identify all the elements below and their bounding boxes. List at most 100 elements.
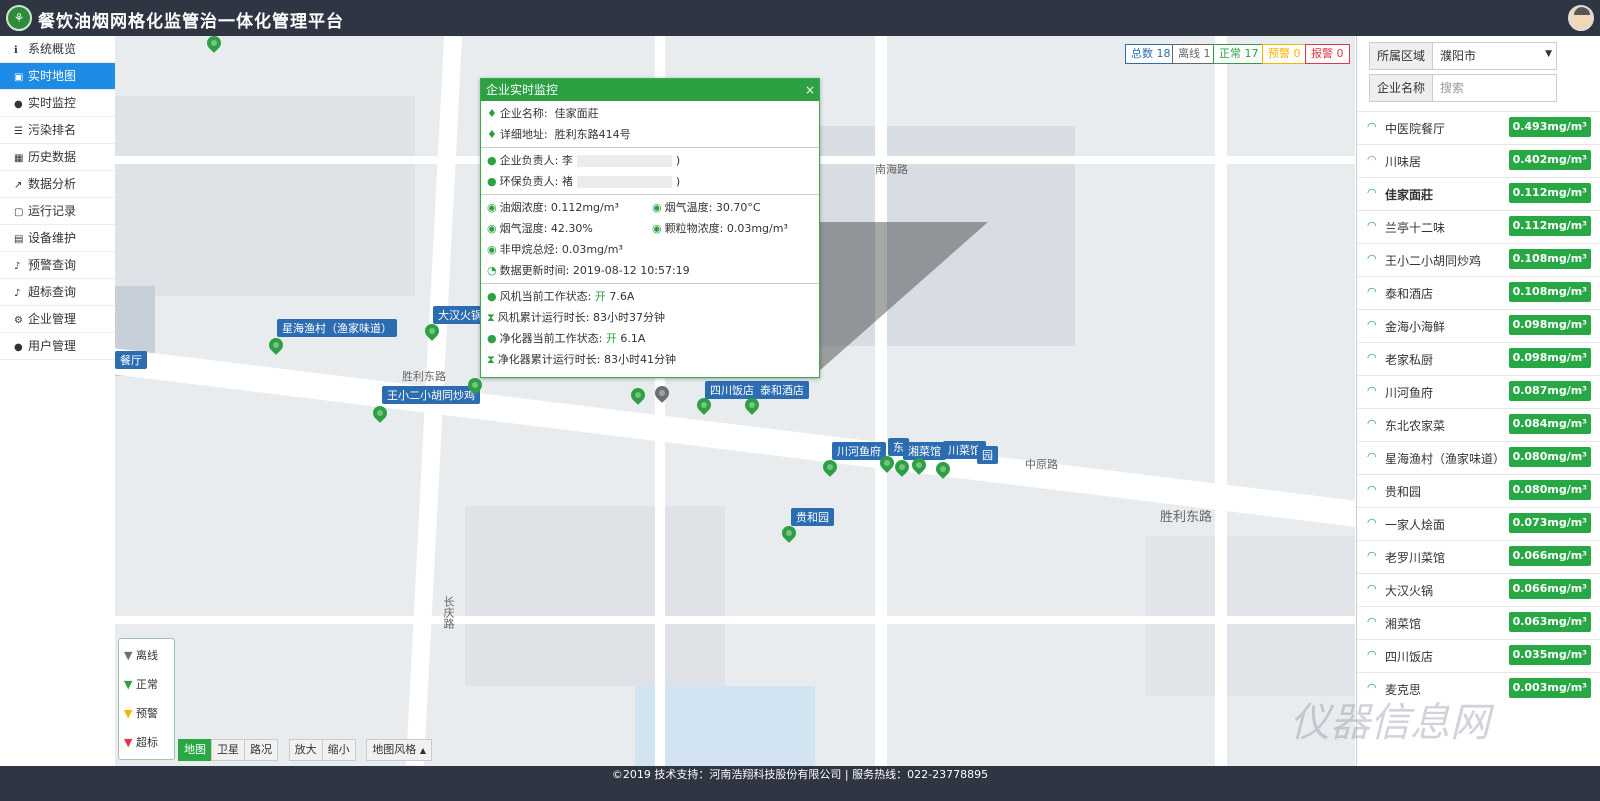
normal-marker-icon[interactable] [204,36,224,56]
sidebar-item-maintenance[interactable]: ▤ 设备维护 [0,225,115,252]
list-item[interactable]: ◠ 中医院餐厅 0.493mg/m³ [1357,111,1600,144]
sidebar-item-company-mgmt[interactable]: ⚙ 企业管理 [0,306,115,333]
sidebar-item-exceed-query[interactable]: ♪ 超标查询 [0,279,115,306]
list-item[interactable]: ◠ 王小二小胡同炒鸡 0.108mg/m³ [1357,243,1600,276]
map-marker-icon: ♦ [487,107,497,120]
normal-marker-icon[interactable] [266,335,286,358]
sidebar-item-pollution-rank[interactable]: ☰ 污染排名 [0,117,115,144]
zoom-in-button[interactable]: 放大 [288,739,323,761]
wifi-icon: ◠ [1367,648,1377,661]
fan-run-value: 83小时37分钟 [592,311,665,324]
purifier-run-value: 83小时41分钟 [603,353,676,366]
temp-value: 30.70°C [715,201,761,214]
list-item[interactable]: ◠ 佳家面莊 0.112mg/m³ [1357,177,1600,210]
normal-marker-icon[interactable] [694,395,714,418]
purifier-run-label: 净化器累计运行时长: [497,353,601,366]
list-item[interactable]: ◠ 星海渔村（渔家味道） 0.080mg/m³ [1357,441,1600,474]
search-input[interactable]: 搜索 [1440,75,1464,101]
normal-marker-icon[interactable] [892,457,912,480]
sidebar-item-history[interactable]: ▦ 历史数据 [0,144,115,171]
list-item[interactable]: ◠ 川味居 0.402mg/m³ [1357,144,1600,177]
legend-item: ▼ 正常 [124,676,158,692]
normal-marker-icon[interactable] [465,375,485,398]
stat-value: 0 [1293,47,1301,60]
normal-marker-icon[interactable] [779,523,799,546]
marker-label[interactable]: 餐厅 [115,351,147,369]
marker-label[interactable]: 星海渔村（渔家味道） [277,319,397,337]
user-icon: ● [487,154,497,167]
stat-offline: 离线 1 [1172,44,1217,64]
list-item[interactable]: ◠ 老家私厨 0.098mg/m³ [1357,342,1600,375]
sidebar-item-label: 超标查询 [28,285,77,299]
wifi-icon: ◠ [1367,153,1377,166]
sidebar-item-realtime-map[interactable]: ▣ 实时地图 [0,63,115,90]
sidebar-item-user-mgmt[interactable]: ● 用户管理 [0,333,115,360]
company-name-row: ♦ 企业名称: 佳家面莊 [487,103,813,124]
company-list: ◠ 中医院餐厅 0.493mg/m³ ◠ 川味居 0.402mg/m³ ◠ 佳家面莊 0.1… [1357,111,1600,705]
list-item[interactable]: ◠ 兰亭十二味 0.112mg/m³ [1357,210,1600,243]
list-item[interactable]: ◠ 东北农家菜 0.084mg/m³ [1357,408,1600,441]
stat-normal: 正常 17 [1213,44,1265,64]
list-item[interactable]: ◠ 川河鱼府 0.087mg/m³ [1357,375,1600,408]
list-item[interactable]: ◠ 一家人烩面 0.073mg/m³ [1357,507,1600,540]
sidebar-item-run-records[interactable]: ▢ 运行记录 [0,198,115,225]
marker-label[interactable]: 园 [977,446,998,464]
region-select[interactable]: 所属区域 濮阳市 ▼ [1369,42,1557,70]
sidebar-item-realtime-monitor[interactable]: ● 实时监控 [0,90,115,117]
sidebar-item-warning-query[interactable]: ♪ 预警查询 [0,252,115,279]
normal-marker-icon[interactable] [933,459,953,482]
normal-marker-icon[interactable] [742,395,762,418]
normal-marker-icon[interactable] [422,321,442,344]
dot-icon: ◉ [487,222,497,235]
sidebar-item-overview[interactable]: ℹ 系统概览 [0,36,115,63]
normal-marker-icon[interactable] [628,385,648,408]
company-search[interactable]: 企业名称 搜索 [1369,74,1557,102]
address-value: 胜利东路414号 [554,128,631,141]
map-style-button[interactable]: 地图风格 ▲ [366,739,432,761]
stat-alarm: 报警 0 [1305,44,1350,64]
sidebar-item-label: 运行记录 [28,204,77,218]
marker-label[interactable]: 王小二小胡同炒鸡 [382,386,480,404]
wifi-icon: ◠ [1367,483,1377,496]
sidebar: ℹ 系统概览 ▣ 实时地图 ● 实时监控 ☰ 污染排名 ▦ 历史数据 ↗ 数据分析 ▢ 运行记… [0,36,116,766]
traffic-button[interactable]: 路况 [244,739,278,761]
offline-marker-icon[interactable] [652,383,672,406]
gear-icon: ⚙ [14,315,23,326]
update-row: ◔ 数据更新时间: 2019-08-12 10:57:19 [487,260,813,281]
marker-label[interactable]: 四川饭店 [705,381,759,399]
normal-marker-icon[interactable] [877,453,897,476]
marker-label[interactable]: 贵和园 [791,508,834,526]
marker-label[interactable]: 泰和酒店 [755,381,809,399]
zoom-out-button[interactable]: 缩小 [321,739,356,761]
sidebar-item-label: 预警查询 [28,258,77,272]
redacted-block [576,176,672,188]
list-item[interactable]: ◠ 金海小海鲜 0.098mg/m³ [1357,309,1600,342]
popup-section-basic: ♦ 企业名称: 佳家面莊 ♦ 详细地址: 胜利东路414号 [481,101,819,148]
map-style-label: 地图风格 [372,743,417,756]
fan-state-label: 风机当前工作状态: [499,290,592,303]
wifi-icon: ◠ [1367,252,1377,265]
temp-label: 烟气温度: [664,201,713,214]
list-item[interactable]: ◠ 四川饭店 0.035mg/m³ [1357,639,1600,672]
list-item[interactable]: ◠ 泰和酒店 0.108mg/m³ [1357,276,1600,309]
close-icon[interactable]: × [805,79,815,101]
avatar[interactable] [1568,5,1594,31]
satellite-button[interactable]: 卫星 [211,739,245,761]
list-item[interactable]: ◠ 湘菜馆 0.063mg/m³ [1357,606,1600,639]
normal-marker-icon[interactable] [820,457,840,480]
list-item[interactable]: ◠ 大汉火锅 0.066mg/m³ [1357,573,1600,606]
sidebar-item-analysis[interactable]: ↗ 数据分析 [0,171,115,198]
dot-icon: ◉ [652,222,662,235]
marker-label[interactable]: 川河鱼府 [832,442,886,460]
map-type-button[interactable]: 地图 [178,739,212,761]
stat-total: 总数 18 [1125,44,1177,64]
wifi-icon: ◠ [1367,186,1377,199]
list-item[interactable]: ◠ 老罗川菜馆 0.066mg/m³ [1357,540,1600,573]
marker-label[interactable]: 大汉火锅 [433,306,487,324]
company-search-label: 企业名称 [1370,75,1433,101]
clock-icon: ◔ [487,264,497,277]
normal-marker-icon[interactable] [370,403,390,426]
normal-marker-icon[interactable] [909,455,929,478]
list-item[interactable]: ◠ 贵和园 0.080mg/m³ [1357,474,1600,507]
map-canvas[interactable]: 胜利东路 胜利东路 南海路 中原路 长庆路 总数 18 离线 1 正常 17 预… [115,36,1355,766]
